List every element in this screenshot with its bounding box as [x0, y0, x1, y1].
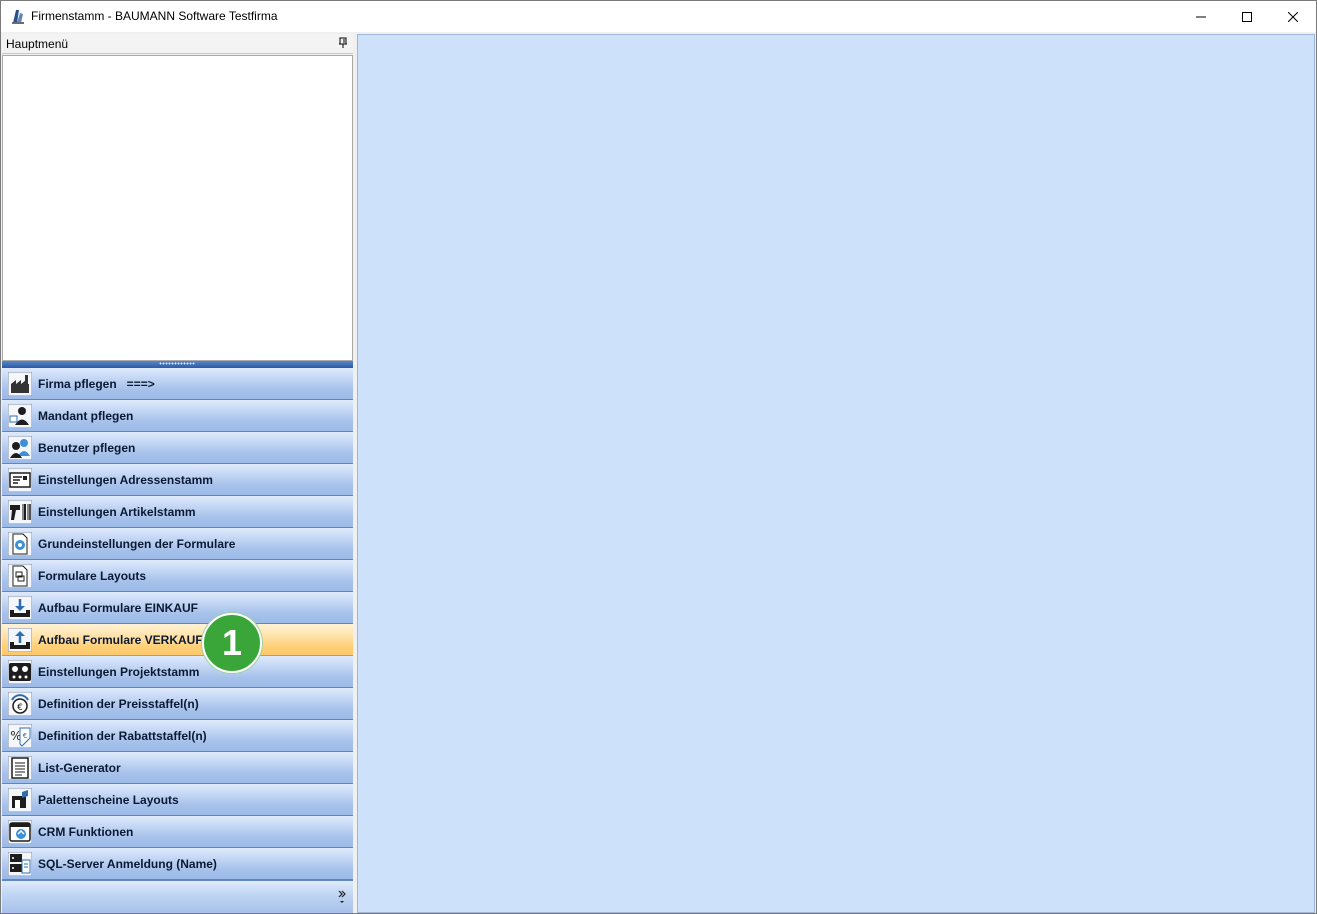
nav-item-palettenscheine-layouts[interactable]: Palettenscheine Layouts [2, 784, 353, 816]
maximize-button[interactable] [1224, 1, 1270, 32]
crm-icon [8, 820, 32, 844]
address-card-icon [8, 468, 32, 492]
project-control-icon [8, 660, 32, 684]
main-menu-panel: Hauptmenü Firma pflegen ===> Mandant pfl… [2, 34, 353, 913]
nav-item-definition-preisstaffel[interactable]: € Definition der Preisstaffel(n) [2, 688, 353, 720]
factory-icon [8, 372, 32, 396]
nav-item-label: Einstellungen Artikelstamm [38, 505, 196, 519]
close-button[interactable] [1270, 1, 1316, 32]
nav-item-crm-funktionen[interactable]: CRM Funktionen [2, 816, 353, 848]
nav-item-sql-server-anmeldung[interactable]: SQL-Server Anmeldung (Name) [2, 848, 353, 880]
chevron-menu-icon[interactable] [337, 889, 347, 905]
panel-splitter[interactable] [2, 361, 353, 368]
nav-item-mandant-pflegen[interactable]: Mandant pflegen [2, 400, 353, 432]
nav-item-label: List-Generator [38, 761, 121, 775]
upload-tray-icon [8, 628, 32, 652]
svg-text:€: € [23, 732, 27, 740]
minimize-icon [1196, 16, 1206, 17]
nav-item-einstellungen-projektstamm[interactable]: Einstellungen Projektstamm [2, 656, 353, 688]
nav-item-list-generator[interactable]: List-Generator [2, 752, 353, 784]
nav-item-label: Definition der Rabattstaffel(n) [38, 729, 207, 743]
pin-icon[interactable] [338, 37, 348, 49]
nav-overflow-bar[interactable] [2, 880, 353, 913]
nav-item-definition-rabattstaffel[interactable]: % € Definition der Rabattstaffel(n) [2, 720, 353, 752]
list-icon [8, 756, 32, 780]
navigation-list: Firma pflegen ===> Mandant pflegen Benut… [2, 368, 353, 880]
barcode-scanner-icon [8, 500, 32, 524]
price-scale-icon: € [8, 692, 32, 716]
form-layout-icon [8, 564, 32, 588]
nav-item-einstellungen-adressenstamm[interactable]: Einstellungen Adressenstamm [2, 464, 353, 496]
nav-item-aufbau-formulare-verkauf[interactable]: Aufbau Formulare VERKAUF [2, 624, 353, 656]
app-logo-icon [12, 10, 24, 24]
discount-icon: % € [8, 724, 32, 748]
nav-item-firma-pflegen[interactable]: Firma pflegen ===> [2, 368, 353, 400]
client-user-icon [8, 404, 32, 428]
download-tray-icon [8, 596, 32, 620]
nav-item-label: Definition der Preisstaffel(n) [38, 697, 199, 711]
server-icon [8, 852, 32, 876]
close-icon [1288, 11, 1298, 22]
nav-item-grundeinstellungen-formulare[interactable]: Grundeinstellungen der Formulare [2, 528, 353, 560]
users-icon [8, 436, 32, 460]
title-bar[interactable]: Firmenstamm - BAUMANN Software Testfirma [1, 1, 1316, 32]
nav-item-label: Aufbau Formulare VERKAUF [38, 633, 203, 647]
step-badge: 1 [202, 613, 262, 673]
nav-item-label: Mandant pflegen [38, 409, 134, 423]
app-window: Firmenstamm - BAUMANN Software Testfirma… [0, 0, 1317, 914]
nav-item-label: Einstellungen Projektstamm [38, 665, 200, 679]
nav-item-label: CRM Funktionen [38, 825, 134, 839]
nav-item-label: Grundeinstellungen der Formulare [38, 537, 236, 551]
nav-item-label: Firma pflegen ===> [38, 377, 155, 391]
svg-text:€: € [17, 703, 23, 713]
nav-item-aufbau-formulare-einkauf[interactable]: Aufbau Formulare EINKAUF [2, 592, 353, 624]
nav-item-formulare-layouts[interactable]: Formulare Layouts [2, 560, 353, 592]
main-content-area [357, 34, 1315, 913]
maximize-icon [1242, 11, 1252, 22]
nav-item-label: Palettenscheine Layouts [38, 793, 179, 807]
nav-item-label: Benutzer pflegen [38, 441, 136, 455]
nav-item-label: SQL-Server Anmeldung (Name) [38, 857, 217, 871]
form-settings-icon [8, 532, 32, 556]
window-title: Firmenstamm - BAUMANN Software Testfirma [31, 9, 278, 23]
minimize-button[interactable] [1178, 1, 1224, 32]
splitter-grip[interactable] [159, 362, 195, 365]
nav-item-label: Formulare Layouts [38, 569, 147, 583]
pallet-icon [8, 788, 32, 812]
nav-item-einstellungen-artikelstamm[interactable]: Einstellungen Artikelstamm [2, 496, 353, 528]
nav-item-label: Einstellungen Adressenstamm [38, 473, 213, 487]
panel-title: Hauptmenü [6, 37, 69, 51]
tree-view-area[interactable] [2, 55, 353, 361]
nav-item-benutzer-pflegen[interactable]: Benutzer pflegen [2, 432, 353, 464]
panel-header: Hauptmenü [2, 34, 353, 54]
nav-item-label: Aufbau Formulare EINKAUF [38, 601, 199, 615]
